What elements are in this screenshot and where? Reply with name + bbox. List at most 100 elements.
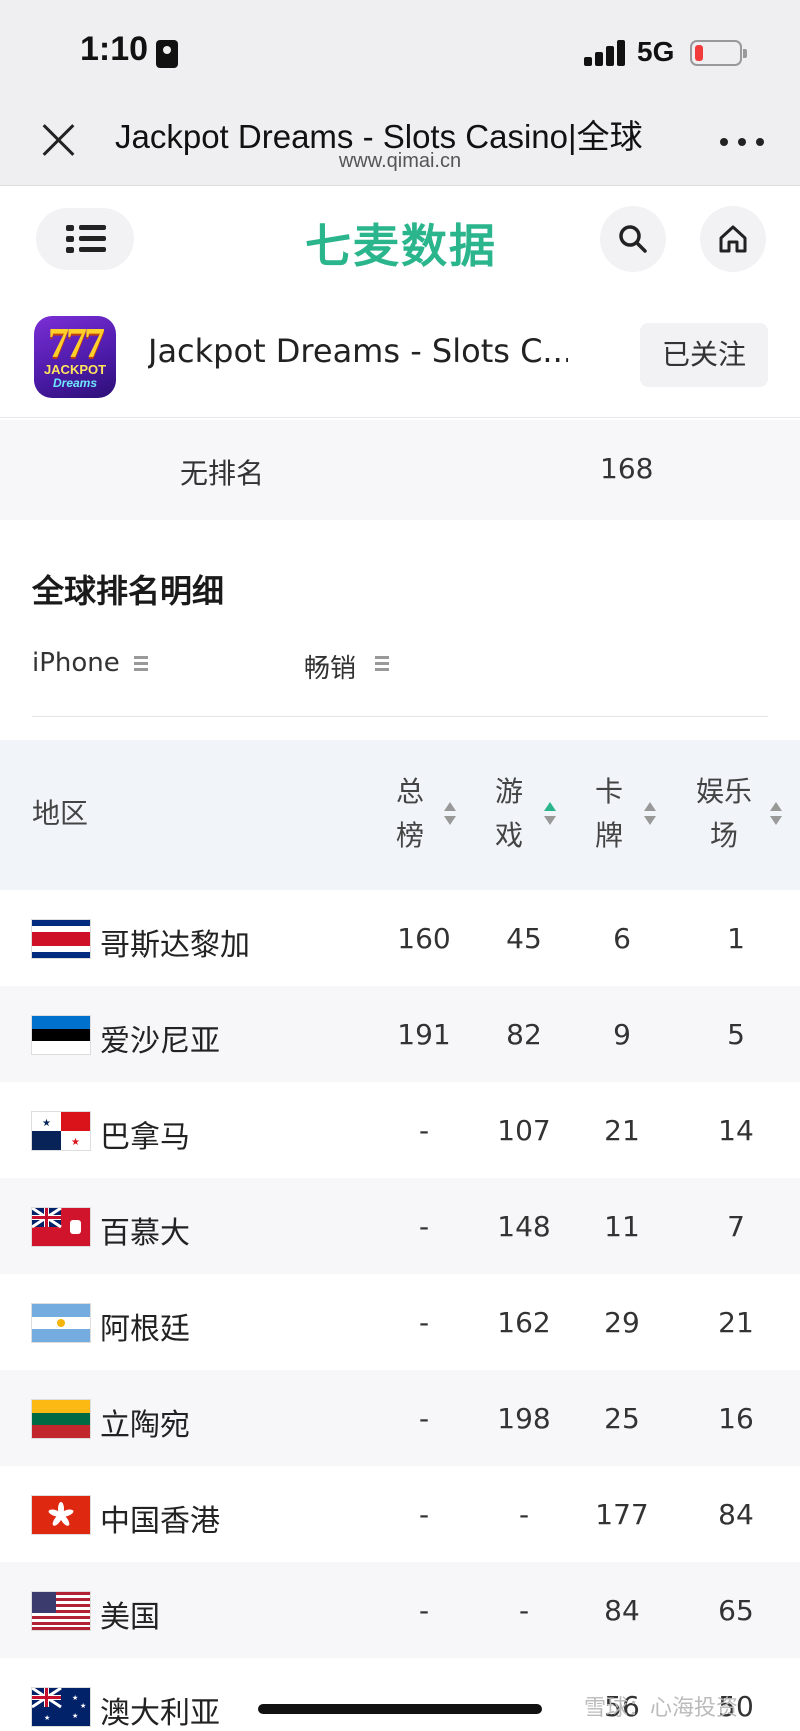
region-name: 立陶宛: [100, 1408, 190, 1443]
rank-card: 6: [613, 922, 631, 955]
svg-text:★: ★: [71, 1137, 80, 1148]
menu-icon: [66, 225, 106, 253]
rank-entertainment: 84: [718, 1498, 754, 1531]
australia-flag-icon: ★ ★ ★ ★: [32, 1688, 90, 1726]
bermuda-flag-icon: [32, 1208, 90, 1246]
rank-card: 84: [604, 1594, 640, 1627]
region-name: 百慕大: [100, 1216, 190, 1251]
table-row[interactable]: 中国香港 - - 177 84: [0, 1466, 800, 1562]
filter-icon[interactable]: [134, 656, 148, 672]
estonia-flag-icon: [32, 1016, 90, 1054]
battery-icon: [690, 40, 747, 66]
column-header-card-line1: 卡: [595, 775, 624, 808]
column-header-card-line2: 牌: [595, 819, 624, 852]
rank-game: 162: [497, 1306, 551, 1339]
region-name: 阿根廷: [100, 1312, 190, 1347]
rank-game: 82: [506, 1018, 542, 1051]
sort-icon-active[interactable]: [544, 802, 556, 826]
column-header-entertainment[interactable]: 娱乐 场: [694, 770, 754, 858]
divider: [32, 716, 768, 717]
column-header-game[interactable]: 游 戏: [495, 770, 523, 858]
rank-game: 107: [497, 1114, 551, 1147]
rank-entertainment: 1: [727, 922, 745, 955]
hong-kong-flag-icon: [32, 1496, 90, 1534]
rank-game: 45: [506, 922, 542, 955]
home-button[interactable]: [700, 206, 766, 272]
rank-game: -: [518, 1498, 530, 1531]
rank-total: 160: [397, 922, 451, 955]
table-row[interactable]: 阿根廷 - 162 29 21: [0, 1274, 800, 1370]
lithuania-flag-icon: [32, 1400, 90, 1438]
usa-flag-icon: [32, 1592, 90, 1630]
signal-icon: [584, 40, 626, 66]
site-header: 七麦数据: [0, 186, 800, 296]
table-row[interactable]: 百慕大 - 148 11 7: [0, 1178, 800, 1274]
sort-icon[interactable]: [644, 802, 656, 826]
rank-entertainment: 65: [718, 1594, 754, 1627]
region-name: 澳大利亚: [100, 1696, 220, 1731]
table-row[interactable]: 美国 - - 84 65: [0, 1562, 800, 1658]
rank-game: -: [518, 1594, 530, 1627]
rank-entertainment: 16: [718, 1402, 754, 1435]
rank-card: 21: [604, 1114, 640, 1147]
rank-entertainment: 7: [727, 1210, 745, 1243]
region-name: 美国: [100, 1600, 160, 1635]
browser-title-bar: Jackpot Dreams - Slots Casino|全球 www.qim…: [0, 100, 800, 186]
app-icon: 777 JACKPOT Dreams: [34, 316, 116, 398]
portrait-lock-icon: [156, 40, 178, 68]
app-summary: 777 JACKPOT Dreams Jackpot Dreams - Slot…: [0, 296, 800, 418]
home-icon: [719, 225, 747, 253]
rank-total: -: [418, 1498, 430, 1531]
no-rank-value: 168: [600, 452, 654, 485]
column-header-game-line1: 游: [495, 775, 524, 808]
column-header-total-line1: 总: [396, 775, 425, 808]
site-logo[interactable]: 七麦数据: [305, 210, 497, 276]
search-icon: [619, 225, 647, 253]
panama-flag-icon: ★ ★: [32, 1112, 90, 1150]
section-title: 全球排名明细: [32, 572, 225, 610]
svg-text:★: ★: [72, 1694, 78, 1702]
column-header-total[interactable]: 总 榜: [396, 770, 424, 858]
sort-icon[interactable]: [444, 802, 456, 826]
device-filter[interactable]: iPhone: [32, 648, 120, 678]
column-header-card[interactable]: 卡 牌: [595, 770, 623, 858]
app-name: Jackpot Dreams - Slots C...: [148, 332, 568, 370]
svg-text:★: ★: [72, 1712, 78, 1720]
column-header-total-line2: 榜: [396, 819, 425, 852]
status-time: 1:10: [80, 30, 149, 68]
rank-total: -: [418, 1210, 430, 1243]
sort-icon[interactable]: [770, 802, 782, 826]
watermark: 雪球：心海投资: [584, 1696, 739, 1721]
region-name: 爱沙尼亚: [100, 1024, 220, 1059]
menu-button[interactable]: [36, 208, 134, 270]
rank-total: -: [418, 1114, 430, 1147]
table-row[interactable]: 哥斯达黎加 160 45 6 1: [0, 890, 800, 986]
home-indicator[interactable]: [258, 1704, 542, 1714]
rank-card: 25: [604, 1402, 640, 1435]
table-header: 地区 总 榜 游 戏 卡 牌 娱乐 场: [0, 740, 800, 890]
rank-game: 148: [497, 1210, 551, 1243]
region-name: 中国香港: [100, 1504, 220, 1539]
app-icon-word: JACKPOT: [43, 362, 107, 377]
rank-total: -: [418, 1306, 430, 1339]
more-options-icon[interactable]: [720, 138, 764, 148]
rank-card: 11: [604, 1210, 640, 1243]
status-bar: 1:10 5G: [0, 0, 800, 100]
chart-filter[interactable]: 畅销: [304, 648, 356, 685]
svg-text:★: ★: [42, 1118, 51, 1129]
follow-button[interactable]: 已关注: [640, 323, 768, 387]
rank-entertainment: 5: [727, 1018, 745, 1051]
table-row[interactable]: ★ ★ 巴拿马 - 107 21 14: [0, 1082, 800, 1178]
region-name: 哥斯达黎加: [100, 928, 250, 963]
rank-card: 29: [604, 1306, 640, 1339]
filter-icon[interactable]: [375, 656, 389, 672]
rank-card: 177: [595, 1498, 649, 1531]
rank-entertainment: 14: [718, 1114, 754, 1147]
rank-card: 9: [613, 1018, 631, 1051]
table-row[interactable]: 爱沙尼亚 191 82 9 5: [0, 986, 800, 1082]
column-header-game-line2: 戏: [495, 819, 524, 852]
table-row[interactable]: 立陶宛 - 198 25 16: [0, 1370, 800, 1466]
app-icon-word2: Dreams: [52, 376, 98, 390]
search-button[interactable]: [600, 206, 666, 272]
app-icon-text: 777: [48, 321, 105, 367]
